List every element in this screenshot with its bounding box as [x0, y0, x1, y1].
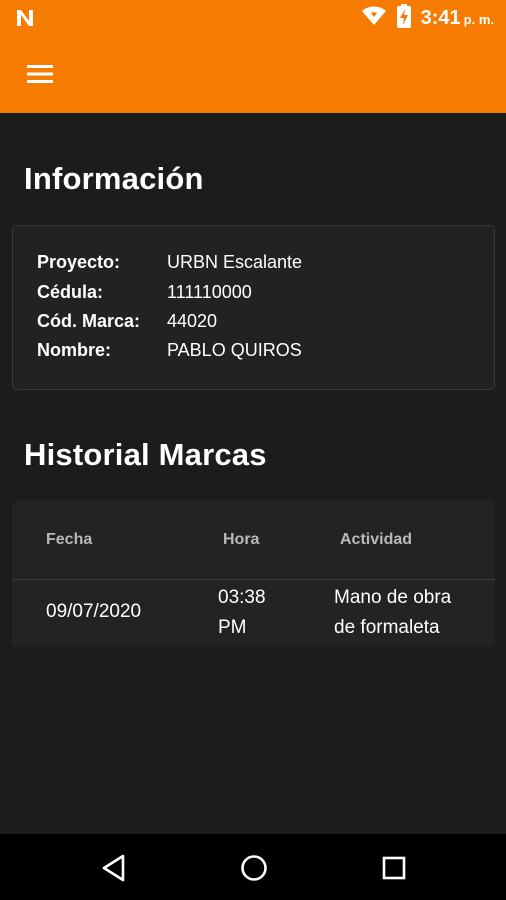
recents-square-icon[interactable]	[378, 852, 410, 884]
history-title: Historial Marcas	[24, 437, 267, 472]
info-label: Proyecto:	[37, 251, 121, 272]
info-row-cedula: Cédula: 111110000	[37, 278, 252, 306]
info-card: Proyecto: URBN Escalante Cédula: 1111100…	[12, 225, 495, 390]
home-circle-icon[interactable]	[238, 852, 270, 884]
cell-hora-line1: 03:38	[218, 587, 266, 608]
status-indicators: 3:41 p. m.	[361, 3, 494, 33]
info-value: URBN Escalante	[167, 251, 303, 272]
clock-time: 3:41	[420, 6, 461, 29]
clock-suffix: p. m.	[463, 11, 494, 27]
history-table: Fecha Hora Actividad 09/07/2020 03:38 PM…	[12, 501, 495, 647]
battery-charging-icon	[396, 3, 411, 33]
n-logo-icon	[14, 7, 36, 29]
header-divider	[12, 579, 495, 580]
info-value: 44020	[167, 310, 218, 331]
info-value: 111110000	[167, 281, 252, 302]
info-label: Nombre:	[37, 339, 112, 360]
info-label: Cód. Marca:	[37, 310, 141, 331]
info-title: Información	[24, 161, 204, 196]
app-bar: 3:41 p. m.	[0, 0, 506, 113]
cell-hora-line2: PM	[218, 617, 247, 638]
cell-actividad-line2: de formaleta	[334, 617, 440, 638]
status-bar: 3:41 p. m.	[0, 0, 506, 36]
back-triangle-icon[interactable]	[98, 852, 130, 884]
status-clock: 3:41 p. m.	[421, 7, 494, 30]
column-header-hora: Hora	[223, 531, 260, 548]
column-header-fecha: Fecha	[46, 531, 93, 548]
info-value: PABLO QUIROS	[167, 339, 302, 360]
main-content: Información Proyecto: URBN Escalante Céd…	[0, 113, 506, 834]
info-row-nombre: Nombre: PABLO QUIROS	[37, 336, 302, 364]
info-row-proyecto: Proyecto: URBN Escalante	[37, 248, 302, 276]
wifi-icon	[361, 5, 387, 32]
cell-fecha: 09/07/2020	[46, 601, 142, 622]
cell-actividad-line1: Mano de obra	[334, 587, 452, 608]
column-header-actividad: Actividad	[340, 531, 413, 548]
info-label: Cédula:	[37, 281, 104, 302]
hamburger-menu-icon[interactable]	[22, 58, 58, 90]
info-row-cod-marca: Cód. Marca: 44020	[37, 307, 217, 335]
navigation-bar	[0, 834, 506, 900]
